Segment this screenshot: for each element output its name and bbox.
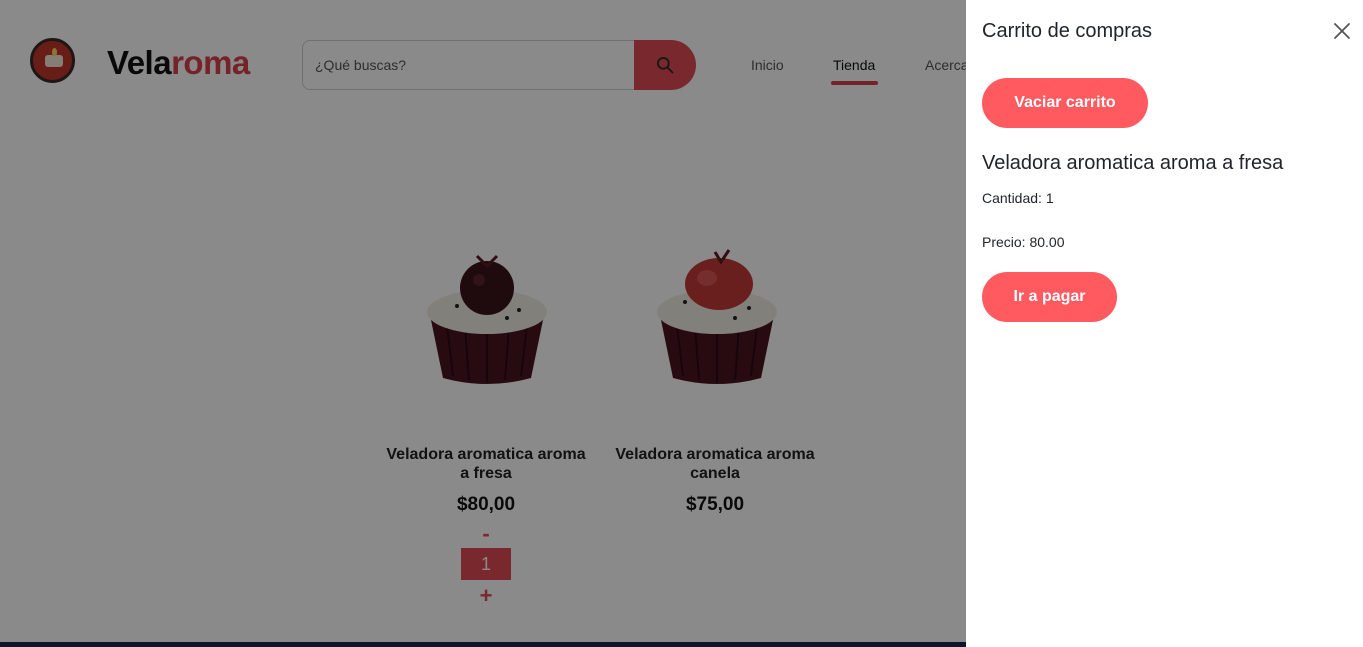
cart-item-price: Precio: 80.00 (982, 234, 1065, 250)
cart-title: Carrito de compras (982, 20, 1153, 42)
close-icon[interactable] (1332, 21, 1352, 41)
cart-drawer: Carrito de compras Vaciar carrito Velado… (966, 0, 1363, 647)
modal-backdrop[interactable] (0, 0, 966, 647)
cart-item-quantity: Cantidad: 1 (982, 190, 1054, 206)
cart-item-name: Veladora aromatica aroma a fresa (982, 152, 1284, 174)
clear-cart-button[interactable]: Vaciar carrito (982, 78, 1148, 128)
checkout-button[interactable]: Ir a pagar (982, 272, 1117, 322)
